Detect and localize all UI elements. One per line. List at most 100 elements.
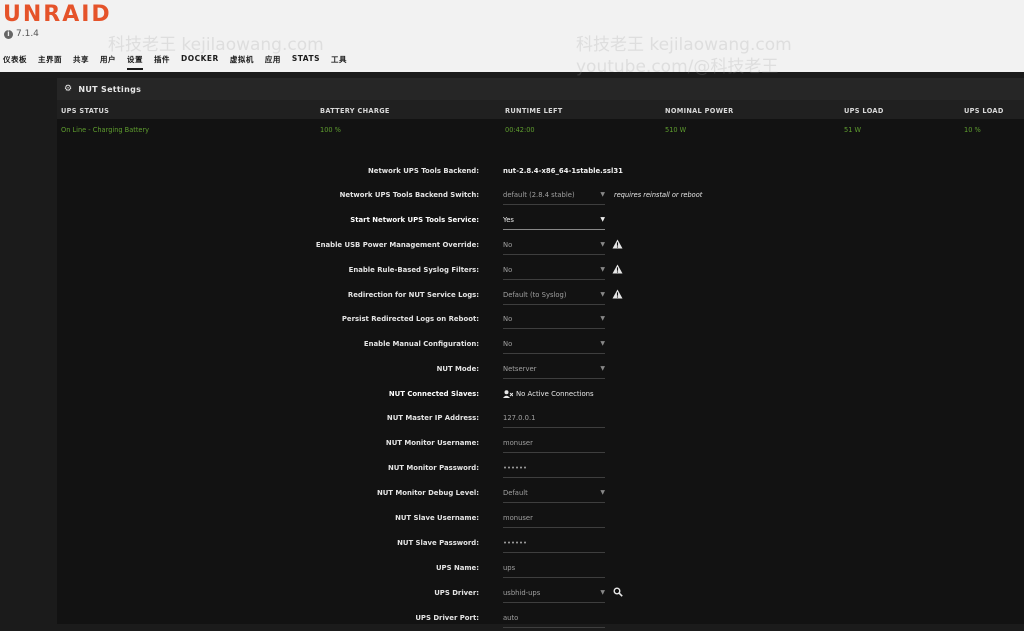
- ups-driver-port-value: auto: [503, 614, 519, 622]
- nav-vms[interactable]: 虚拟机: [230, 54, 254, 70]
- chevron-down-icon: ▼: [600, 241, 605, 248]
- search-icon[interactable]: [613, 587, 623, 597]
- redirection-label: Redirection for NUT Service Logs:: [347, 291, 479, 299]
- backend-label: Network UPS Tools Backend:: [368, 167, 479, 175]
- nav-plugins[interactable]: 插件: [154, 54, 170, 70]
- row-backend: Network UPS Tools Backend: nut-2.8.4-x86…: [57, 164, 1024, 184]
- row-slave-password: NUT Slave Password: ••••••: [57, 536, 1024, 556]
- runtime-left-value: 00:42:00: [505, 126, 535, 134]
- persist-logs-value: No: [503, 315, 513, 323]
- header-ups-status: UPS STATUS: [61, 107, 110, 115]
- ups-name-value: ups: [503, 564, 516, 572]
- warning-icon[interactable]: [612, 239, 623, 249]
- manual-config-label: Enable Manual Configuration:: [363, 340, 479, 348]
- persist-logs-label: Persist Redirected Logs on Reboot:: [341, 315, 479, 323]
- nav-shares[interactable]: 共享: [73, 54, 89, 70]
- row-debug-level: NUT Monitor Debug Level: Default ▼: [57, 486, 1024, 506]
- slave-username-label: NUT Slave Username:: [395, 514, 479, 522]
- version-label: 7.1.4: [16, 29, 39, 39]
- persist-logs-select[interactable]: No ▼: [503, 312, 605, 329]
- start-service-select[interactable]: Yes ▼: [503, 213, 605, 230]
- nav-settings[interactable]: 设置: [127, 54, 143, 70]
- row-ups-driver-port: UPS Driver Port: auto: [57, 611, 1024, 631]
- nav-users[interactable]: 用户: [100, 54, 116, 70]
- nav-stats[interactable]: STATS: [292, 54, 320, 70]
- monitor-password-label: NUT Monitor Password:: [387, 464, 479, 472]
- monitor-username-input[interactable]: monuser: [503, 436, 605, 453]
- row-log-redirection: Redirection for NUT Service Logs: Defaul…: [57, 288, 1024, 308]
- redirection-select[interactable]: Default (to Syslog) ▼: [503, 288, 605, 305]
- manual-config-select[interactable]: No ▼: [503, 337, 605, 354]
- ups-load-percent-value: 10 %: [964, 126, 981, 134]
- ups-driver-port-input[interactable]: auto: [503, 611, 605, 628]
- ups-name-label: UPS Name:: [435, 564, 479, 572]
- master-ip-input[interactable]: 127.0.0.1: [503, 411, 605, 428]
- ups-driver-port-label: UPS Driver Port:: [415, 614, 479, 622]
- usb-override-value: No: [503, 241, 513, 249]
- syslog-filters-select[interactable]: No ▼: [503, 263, 605, 280]
- nut-settings-panel: ⚙ NUT Settings UPS STATUS BATTERY CHARGE…: [57, 78, 1024, 628]
- ups-driver-select[interactable]: usbhid-ups ▼: [503, 586, 605, 603]
- usb-override-label: Enable USB Power Management Override:: [315, 241, 479, 249]
- header-ups-load-percent: UPS LOAD: [964, 107, 1004, 115]
- slave-username-input[interactable]: monuser: [503, 511, 605, 528]
- nut-mode-value: Netserver: [503, 365, 537, 373]
- main-nav: 仪表板 主界面 共享 用户 设置 插件 DOCKER 虚拟机 应用 STATS …: [3, 54, 358, 70]
- chevron-down-icon: ▼: [600, 191, 605, 198]
- usb-override-select[interactable]: No ▼: [503, 238, 605, 255]
- nut-mode-select[interactable]: Netserver ▼: [503, 362, 605, 379]
- unraid-logo[interactable]: UNRAID: [3, 2, 112, 27]
- warning-icon[interactable]: [612, 289, 623, 299]
- slave-password-value: ••••••: [503, 539, 528, 547]
- warning-icon[interactable]: [612, 264, 623, 274]
- slave-password-label: NUT Slave Password:: [397, 539, 479, 547]
- ups-load-watts-value: 51 W: [844, 126, 862, 134]
- user-disconnected-icon: [503, 390, 513, 398]
- redirection-value: Default (to Syslog): [503, 291, 567, 299]
- nav-dashboard[interactable]: 仪表板: [3, 54, 27, 70]
- header-runtime-left: RUNTIME LEFT: [505, 107, 563, 115]
- chevron-down-icon: ▼: [600, 365, 605, 372]
- backend-switch-label: Network UPS Tools Backend Switch:: [339, 191, 479, 199]
- panel-title: NUT Settings: [78, 84, 142, 94]
- backend-switch-select[interactable]: default (2.8.4 stable) ▼: [503, 188, 605, 205]
- row-connected-slaves: NUT Connected Slaves: No Active Connecti…: [57, 387, 1024, 407]
- row-backend-switch: Network UPS Tools Backend Switch: defaul…: [57, 188, 1024, 208]
- backend-value: nut-2.8.4-x86_64-1stable.ssl31: [503, 167, 623, 175]
- header-ups-load-watts: UPS LOAD: [844, 107, 884, 115]
- slave-username-value: monuser: [503, 514, 533, 522]
- connected-slaves-value: No Active Connections: [516, 390, 594, 398]
- nav-tools[interactable]: 工具: [331, 54, 347, 70]
- nav-apps[interactable]: 应用: [265, 54, 281, 70]
- monitor-password-value: ••••••: [503, 464, 528, 472]
- chevron-down-icon: ▼: [600, 216, 605, 223]
- nav-docker[interactable]: DOCKER: [181, 54, 219, 70]
- top-header: UNRAID i 7.1.4 科技老王 kejilaowang.com 科技老王…: [0, 0, 1024, 77]
- chevron-down-icon: ▼: [600, 589, 605, 596]
- start-service-label: Start Network UPS Tools Service:: [350, 216, 479, 224]
- start-service-value: Yes: [503, 216, 514, 224]
- info-icon[interactable]: i: [4, 29, 13, 39]
- slave-password-input[interactable]: ••••••: [503, 536, 605, 553]
- battery-charge-value: 100 %: [320, 126, 341, 134]
- row-persist-logs: Persist Redirected Logs on Reboot: No ▼: [57, 312, 1024, 332]
- ups-driver-label: UPS Driver:: [434, 589, 479, 597]
- connected-slaves-label: NUT Connected Slaves:: [388, 390, 479, 398]
- row-ups-driver: UPS Driver: usbhid-ups ▼: [57, 586, 1024, 606]
- row-master-ip: NUT Master IP Address: 127.0.0.1: [57, 411, 1024, 431]
- panel-title-bar: ⚙ NUT Settings: [57, 78, 1024, 100]
- monitor-username-label: NUT Monitor Username:: [385, 439, 479, 447]
- backend-switch-value: default (2.8.4 stable): [503, 191, 575, 199]
- master-ip-value: 127.0.0.1: [503, 414, 536, 422]
- syslog-filters-value: No: [503, 266, 513, 274]
- debug-level-select[interactable]: Default ▼: [503, 486, 605, 503]
- monitor-username-value: monuser: [503, 439, 533, 447]
- ups-name-input[interactable]: ups: [503, 561, 605, 578]
- monitor-password-input[interactable]: ••••••: [503, 461, 605, 478]
- gear-icon: ⚙: [64, 84, 73, 94]
- chevron-down-icon: ▼: [600, 266, 605, 273]
- nominal-power-value: 510 W: [665, 126, 687, 134]
- row-manual-config: Enable Manual Configuration: No ▼: [57, 337, 1024, 357]
- nav-main[interactable]: 主界面: [38, 54, 62, 70]
- chevron-down-icon: ▼: [600, 291, 605, 298]
